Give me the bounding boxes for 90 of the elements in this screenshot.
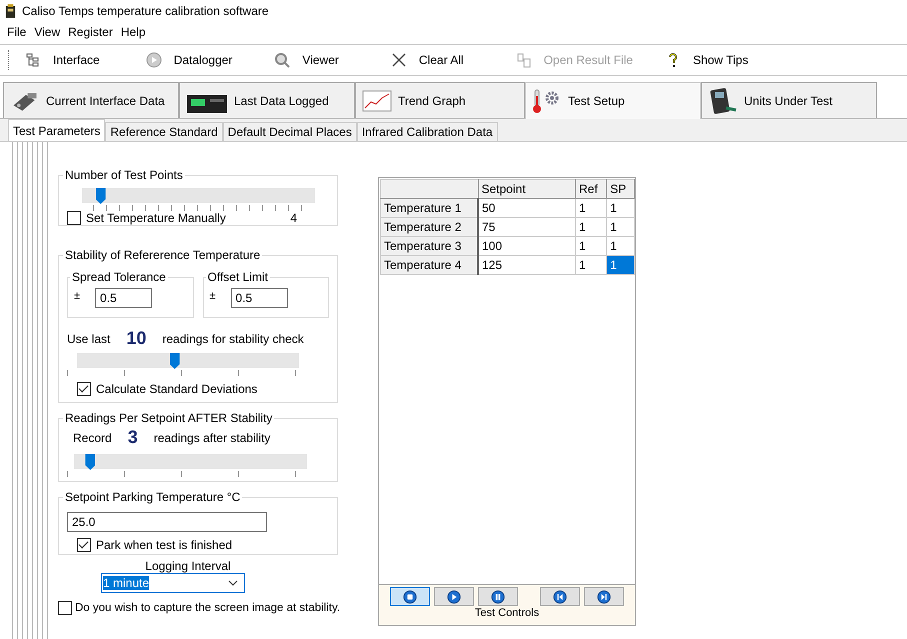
row-header: Temperature 4	[380, 256, 478, 274]
panel-label: Test Controls	[474, 607, 540, 619]
line-graph-icon	[362, 88, 392, 114]
dropdown[interactable]: 1 minute	[101, 573, 245, 593]
group-title: Readings Per Setpoint AFTER Stability	[64, 411, 274, 425]
plus-minus-sign: ±	[74, 290, 80, 302]
main-tab[interactable]: Trend Graph	[355, 82, 525, 118]
readings-count: 10	[126, 328, 146, 349]
toolbar-button[interactable]: Interface	[19, 48, 106, 72]
table-cell[interactable]: 1	[576, 218, 607, 236]
sub-tab[interactable]: Default Decimal Places	[222, 122, 357, 141]
input-field[interactable]: 0.5	[95, 288, 152, 308]
window-title: Caliso Temps temperature calibration software	[22, 4, 269, 18]
count-value: 4	[290, 211, 297, 225]
row-header: Temperature 3	[380, 236, 478, 256]
forward-icon	[597, 590, 611, 604]
column-header: SP	[606, 180, 634, 198]
stop-icon	[403, 590, 417, 604]
control-button[interactable]	[584, 587, 624, 606]
group-title: Spread Tolerance	[71, 270, 167, 284]
chevron-down-icon	[228, 580, 238, 586]
menu-item[interactable]: Register	[64, 25, 117, 39]
slider-track[interactable]	[82, 188, 315, 203]
sub-tab[interactable]: Test Parameters	[8, 119, 106, 141]
control-button[interactable]	[434, 587, 474, 606]
sub-tab[interactable]: Reference Standard	[105, 122, 223, 141]
handheld-meter-icon	[708, 88, 738, 114]
slider-label: readings for stability check	[162, 332, 304, 346]
group-title: Number of Test Points	[64, 168, 184, 182]
control-button[interactable]	[540, 587, 580, 606]
checkbox-label: Do you wish to capture the screen image at stability.	[75, 602, 340, 614]
table-cell[interactable]: 1	[576, 198, 607, 218]
table-cell[interactable]: 100	[478, 236, 576, 256]
main-tab[interactable]: Current Interface Data	[3, 82, 179, 118]
slider-label: readings after stability	[154, 430, 270, 444]
tree-icon	[25, 52, 41, 68]
menu-item[interactable]: Help	[116, 25, 150, 39]
pause-icon	[491, 590, 505, 604]
plus-minus-sign: ±	[210, 290, 216, 302]
slider-thumb[interactable]	[85, 454, 96, 470]
slider-track[interactable]	[77, 353, 299, 368]
column-header: Ref	[576, 180, 607, 198]
checkbox-label: Park when test is finished	[96, 538, 232, 552]
main-tab[interactable]: Test Setup	[525, 82, 701, 119]
group-title: Offset Limit	[206, 270, 269, 284]
sub-tab[interactable]: Infrared Calibration Data	[356, 122, 498, 141]
table-cell[interactable]: 125	[478, 256, 576, 274]
toolbar-button[interactable]: Viewer	[268, 48, 345, 72]
checkbox-label: Set Temperature Manually	[86, 211, 226, 225]
app-icon	[5, 4, 16, 18]
slider-thumb[interactable]	[96, 188, 106, 204]
close-icon	[390, 52, 407, 68]
checkbox[interactable]	[77, 382, 91, 396]
main-tab[interactable]: Last Data Logged	[179, 82, 355, 118]
play-icon	[447, 590, 461, 604]
checkbox[interactable]	[58, 601, 72, 615]
row-header: Temperature 2	[380, 218, 478, 236]
readings-count: 3	[128, 427, 138, 448]
input-field[interactable]: 25.0	[67, 512, 267, 532]
slider-label: Record	[73, 430, 112, 444]
menu-item[interactable]: File	[3, 25, 30, 39]
toolbar-button[interactable]: Datalogger	[140, 48, 238, 72]
main-tab[interactable]: Units Under Test	[701, 82, 877, 118]
toolbar-button[interactable]: Show Tips	[658, 48, 754, 72]
row-header: Temperature 1	[380, 198, 478, 218]
field-label: Logging Interval	[145, 559, 231, 573]
column-header: Setpoint	[478, 180, 576, 198]
input-field[interactable]: 0.5	[230, 288, 288, 308]
menu-item[interactable]: View	[30, 25, 64, 39]
slider-track[interactable]	[74, 454, 307, 469]
slider-label: Use last	[67, 332, 110, 346]
table-cell[interactable]: 75	[478, 218, 576, 236]
group-title: Setpoint Parking Temperature °C	[64, 490, 242, 504]
magnifier-icon	[274, 52, 290, 68]
play-circle-icon	[146, 52, 162, 68]
document-icon	[516, 52, 532, 68]
back-icon	[553, 590, 567, 604]
control-button[interactable]	[478, 587, 518, 606]
group-title: Stability of Refererence Temperature	[64, 248, 262, 262]
table-cell[interactable]: 1	[606, 256, 634, 274]
control-button[interactable]	[390, 587, 430, 606]
table-cell[interactable]: 1	[576, 236, 607, 256]
table-cell[interactable]: 1	[606, 218, 634, 236]
slider-thumb[interactable]	[170, 353, 180, 369]
table-cell[interactable]: 1	[606, 198, 634, 218]
checkbox-label: Calculate Standard Deviations	[96, 382, 258, 396]
toolbar-button[interactable]: Clear All	[384, 48, 470, 72]
table-cell[interactable]: 50	[478, 198, 576, 218]
checkbox[interactable]	[77, 538, 91, 552]
checkbox[interactable]	[67, 211, 81, 225]
